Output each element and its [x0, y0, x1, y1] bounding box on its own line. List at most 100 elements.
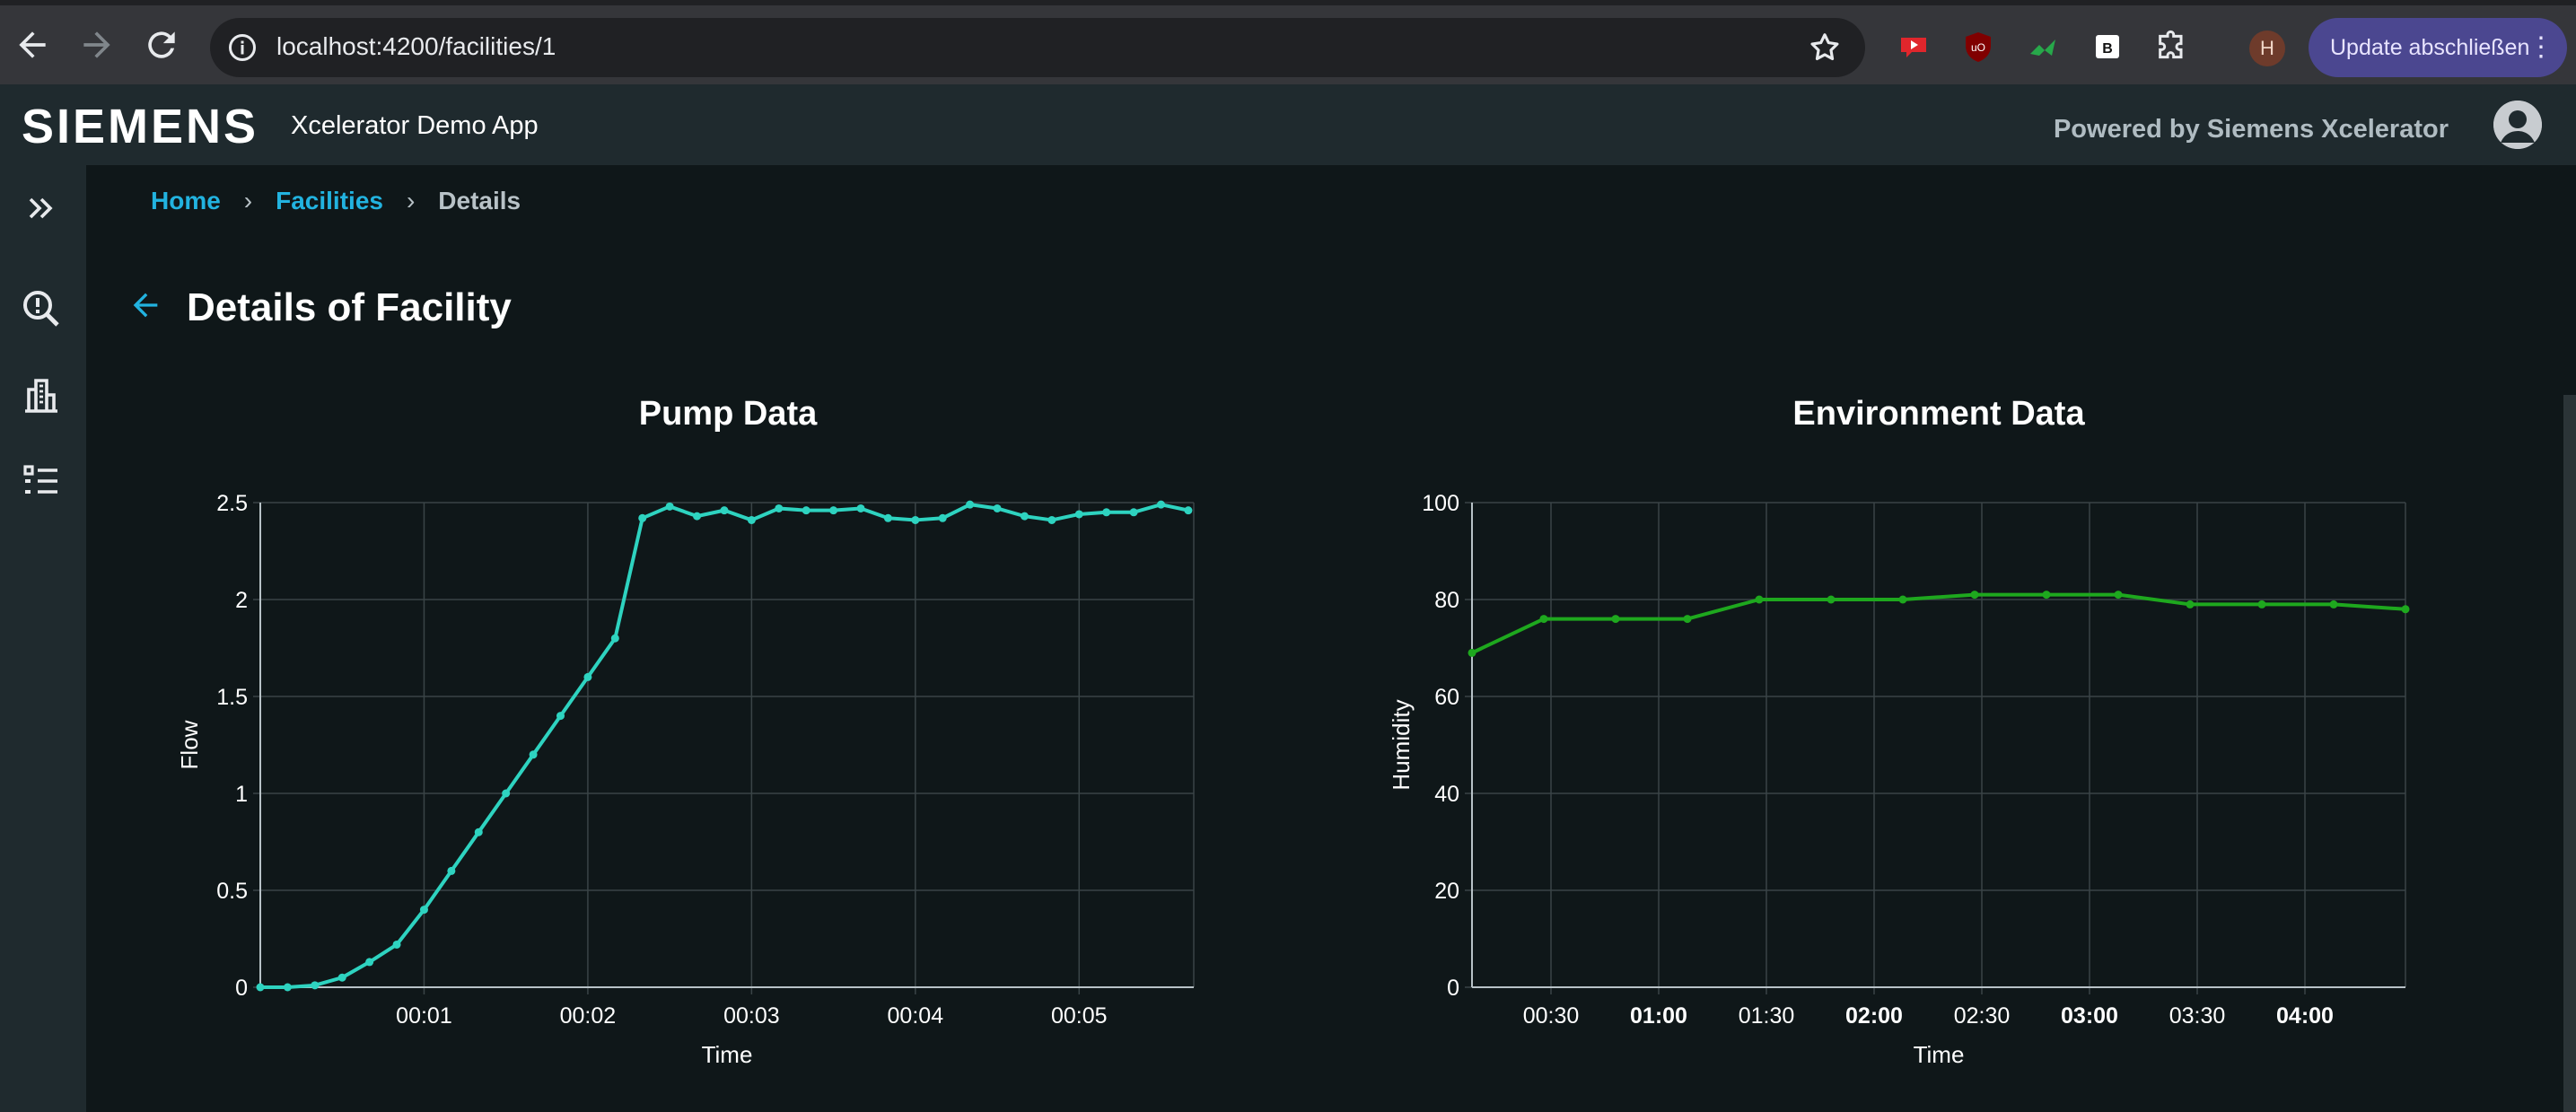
siemens-logo[interactable]: SIEMENS	[22, 99, 258, 154]
url-text[interactable]: localhost:4200/facilities/1	[276, 32, 556, 61]
data-point	[802, 506, 810, 515]
x-tick-label: 04:00	[2276, 1003, 2334, 1029]
data-point	[529, 750, 538, 759]
data-point	[502, 789, 511, 798]
data-point	[1827, 595, 1836, 604]
user-avatar-icon[interactable]	[2493, 101, 2542, 149]
data-point	[447, 866, 456, 875]
series-line	[260, 503, 1189, 989]
pump-data-chart[interactable]: 0 0.5 1 1.5 2 2.5 00:01 00:02 00:03 00:04 00:05 Tim…	[162, 485, 1239, 1068]
breadcrumb: Home › Facilities › Details	[151, 187, 521, 215]
data-point	[1047, 515, 1056, 524]
y-tick-label: 2	[235, 588, 248, 613]
address-bar[interactable]: localhost:4200/facilities/1	[210, 18, 1865, 77]
data-point	[883, 513, 892, 522]
data-point	[256, 983, 265, 992]
breadcrumb-facilities[interactable]: Facilities	[276, 187, 383, 215]
y-tick-label: 0.5	[216, 879, 248, 904]
bookmark-star-icon[interactable]	[1808, 31, 1842, 65]
data-point	[1129, 508, 1138, 517]
update-button[interactable]: Update abschließen ⋮	[2309, 18, 2567, 77]
list-icon[interactable]	[20, 460, 63, 503]
search-alert-icon[interactable]	[20, 287, 63, 330]
y-tick-label: 40	[1434, 782, 1459, 807]
data-point	[1683, 615, 1692, 624]
y-tick-label: 2.5	[216, 491, 248, 516]
x-tick-label: 00:03	[723, 1003, 780, 1029]
y-tick-label: 100	[1422, 491, 1459, 516]
update-button-label: Update abschließen	[2330, 35, 2530, 60]
reload-icon[interactable]	[142, 25, 181, 65]
data-point	[938, 513, 947, 522]
y-axis-label: Humidity	[1388, 699, 1415, 790]
y-tick-label: 0	[1447, 976, 1459, 1001]
data-point	[693, 512, 702, 521]
x-tick-label: 02:30	[1954, 1003, 2011, 1029]
x-tick-label: 01:00	[1630, 1003, 1687, 1029]
y-tick-label: 0	[235, 976, 248, 1001]
site-info-icon[interactable]	[226, 31, 258, 64]
data-point	[2401, 605, 2410, 614]
y-axis-label: Flow	[176, 720, 203, 769]
data-point	[665, 502, 674, 511]
data-point	[856, 503, 865, 512]
data-point	[1102, 508, 1111, 517]
ublock-extension-icon[interactable]: uO	[1960, 29, 1996, 65]
data-point	[311, 981, 320, 990]
x-tick-label: 00:30	[1523, 1003, 1580, 1029]
data-point	[337, 973, 346, 982]
data-point	[2329, 600, 2338, 609]
svg-text:uO: uO	[1971, 41, 1985, 54]
data-point	[610, 634, 619, 643]
sidebar	[0, 165, 86, 1112]
extensions-puzzle-icon[interactable]	[2154, 29, 2190, 65]
x-tick-label: 03:30	[2169, 1003, 2226, 1029]
profile-avatar[interactable]: H	[2249, 31, 2285, 66]
page-scrollbar[interactable]	[2563, 395, 2576, 1112]
data-point	[829, 506, 838, 515]
data-point	[392, 940, 401, 949]
data-point	[1074, 510, 1083, 519]
data-point	[2257, 600, 2266, 609]
data-point	[993, 503, 1002, 512]
breadcrumb-current: Details	[438, 187, 521, 215]
x-tick-label: 00:05	[1051, 1003, 1108, 1029]
data-point	[2186, 600, 2195, 609]
data-point	[1898, 595, 1907, 604]
app-header: SIEMENS Xcelerator Demo App Powered by S…	[0, 84, 2576, 165]
environment-data-chart[interactable]: 0 20 40 60 80 100 00:30 01:00 01:30 02:00 02:30 03:…	[1373, 485, 2450, 1068]
data-point	[583, 672, 592, 681]
b-extension-icon[interactable]: B	[2090, 29, 2125, 65]
x-axis-label: Time	[702, 1041, 753, 1068]
page-title: Details of Facility	[187, 285, 512, 329]
browser-toolbar: localhost:4200/facilities/1 uO B H Updat…	[0, 0, 2576, 84]
more-vertical-icon: ⋮	[2528, 32, 2554, 62]
expand-sidebar-icon[interactable]	[20, 187, 63, 230]
back-icon[interactable]	[13, 25, 52, 65]
leaf-extension-icon[interactable]	[2025, 29, 2061, 65]
data-point	[1468, 648, 1476, 657]
data-point	[283, 983, 292, 992]
data-point	[474, 827, 483, 836]
forward-icon[interactable]	[77, 25, 117, 65]
data-point	[365, 958, 374, 967]
app-name: Xcelerator Demo App	[291, 111, 539, 140]
y-tick-label: 20	[1434, 879, 1459, 904]
data-point	[720, 506, 729, 515]
youtube-extension-icon[interactable]	[1896, 29, 1932, 65]
back-arrow-icon[interactable]	[127, 287, 163, 323]
x-tick-label: 03:00	[2061, 1003, 2118, 1029]
y-tick-label: 80	[1434, 588, 1459, 613]
data-point	[1539, 615, 1548, 624]
building-icon[interactable]	[20, 373, 63, 416]
y-tick-label: 1	[235, 782, 248, 807]
x-tick-label: 00:02	[560, 1003, 617, 1029]
powered-by-text: Powered by Siemens Xcelerator	[2053, 115, 2449, 144]
y-tick-label: 60	[1434, 685, 1459, 710]
y-tick-label: 1.5	[216, 685, 248, 710]
breadcrumb-separator: ›	[406, 187, 416, 215]
data-point	[747, 515, 756, 524]
data-point	[2042, 591, 2051, 600]
pump-chart-title: Pump Data	[638, 395, 818, 433]
breadcrumb-home[interactable]: Home	[151, 187, 221, 215]
